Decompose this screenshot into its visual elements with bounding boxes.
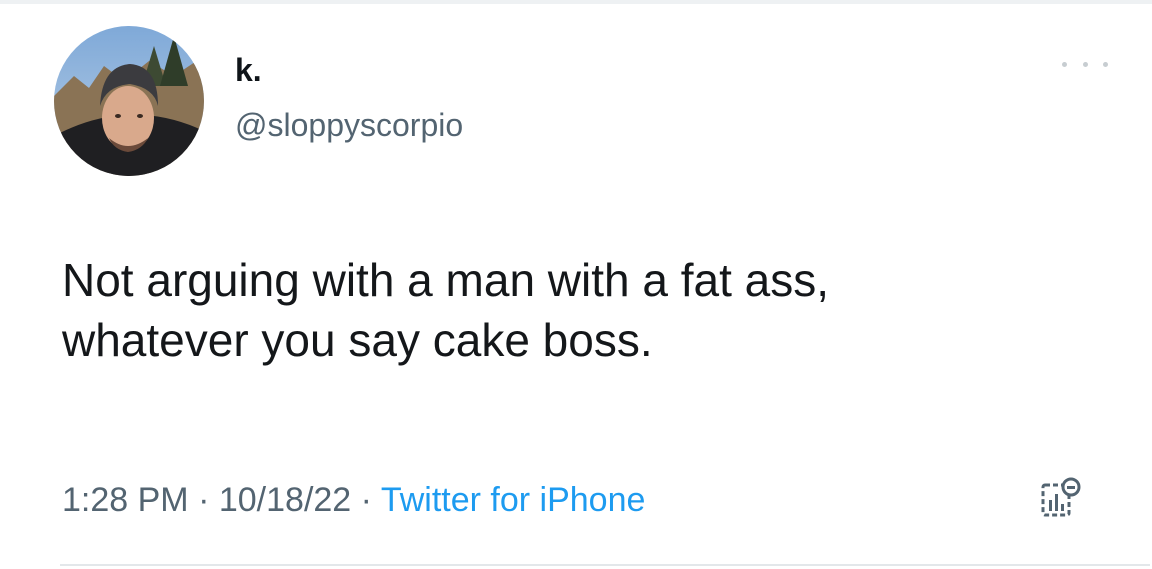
tweet-date[interactable]: 10/18/22 — [219, 481, 351, 519]
more-options-icon[interactable] — [1062, 56, 1108, 72]
dot — [1103, 61, 1108, 67]
tweet-text-line: whatever you say cake boss. — [62, 314, 653, 366]
separator: · — [198, 481, 210, 519]
username[interactable]: @sloppyscorpio — [235, 105, 463, 145]
tweet-card: k. @sloppyscorpio Not arguing with a man… — [0, 0, 1152, 569]
tweet-analytics-icon[interactable] — [1038, 476, 1082, 522]
dot — [1062, 61, 1067, 67]
tweet-time[interactable]: 1:28 PM — [62, 481, 189, 519]
display-name[interactable]: k. — [235, 50, 262, 90]
avatar-image — [54, 26, 204, 176]
separator: · — [360, 481, 372, 519]
tweet-source-link[interactable]: Twitter for iPhone — [381, 481, 646, 519]
avatar[interactable] — [54, 26, 204, 176]
tweet-text-line: Not arguing with a man with a fat ass, — [62, 254, 830, 306]
bottom-divider — [60, 564, 1150, 566]
tweet-text: Not arguing with a man with a fat ass, w… — [62, 250, 1122, 370]
top-divider — [0, 0, 1152, 4]
tweet-metadata: 1:28 PM · 10/18/22 · Twitter for iPhone — [62, 478, 645, 522]
dot — [1082, 61, 1088, 67]
